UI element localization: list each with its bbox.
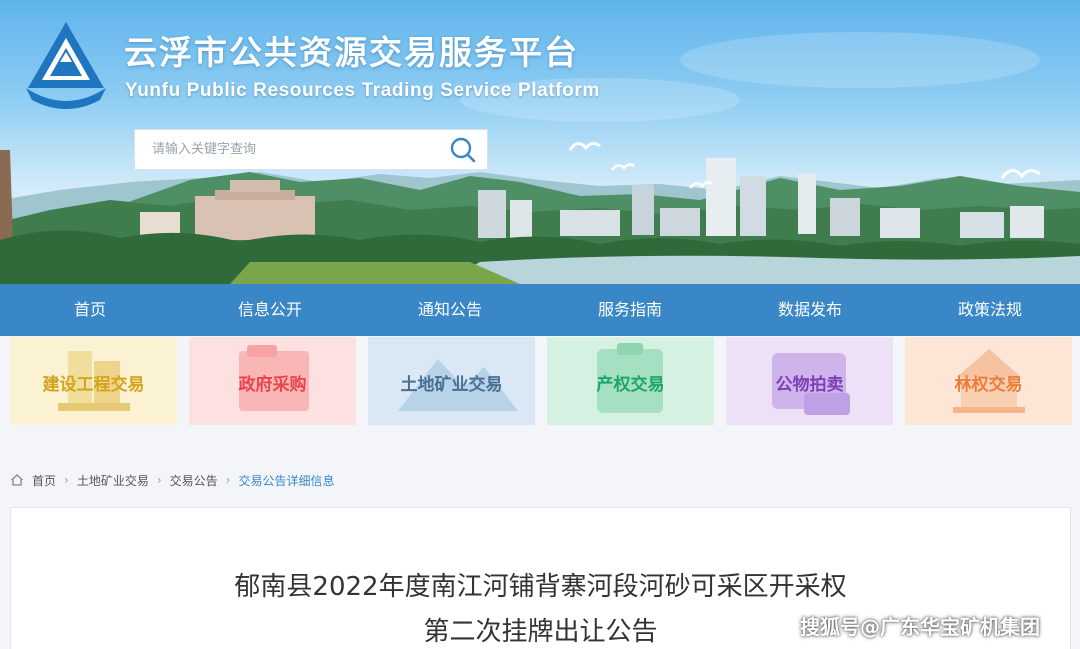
tile-public-auction[interactable]: 公物拍卖: [726, 337, 893, 425]
chevron-right-icon: ›: [156, 473, 162, 487]
nav-item-policies[interactable]: 政策法规: [900, 284, 1080, 336]
breadcrumb: 首页 › 土地矿业交易 › 交易公告 › 交易公告详细信息: [10, 470, 335, 490]
breadcrumb-land-mining[interactable]: 土地矿业交易: [77, 472, 149, 489]
tile-forest-rights[interactable]: 林权交易: [905, 337, 1072, 425]
breadcrumb-current: 交易公告详细信息: [238, 473, 335, 488]
tile-construction[interactable]: 建设工程交易: [10, 337, 177, 425]
platform-logo-icon: [26, 22, 106, 109]
tile-label: 建设工程交易: [42, 375, 145, 395]
search-box: [134, 129, 488, 170]
nav-item-home[interactable]: 首页: [0, 284, 180, 336]
site-subtitle: Yunfu Public Resources Trading Service P…: [125, 80, 600, 101]
main-nav: 首页 信息公开 通知公告 服务指南 数据发布 政策法规: [0, 284, 1080, 336]
header-banner: 云浮市公共资源交易服务平台 Yunfu Public Resources Tra…: [0, 0, 1080, 284]
tile-label: 土地矿业交易: [400, 375, 503, 395]
tile-label: 产权交易: [596, 375, 665, 395]
tile-property-rights[interactable]: 产权交易: [547, 337, 714, 425]
chevron-right-icon: ›: [64, 473, 69, 487]
home-icon: [11, 474, 23, 486]
category-tiles: 建设工程交易 政府采购 土地矿业交易 产权交易 公物拍卖 林权交易: [10, 337, 1072, 425]
tile-label: 公物拍卖: [775, 375, 844, 395]
search-input[interactable]: [135, 130, 435, 169]
nav-item-info-disclosure[interactable]: 信息公开: [180, 284, 360, 336]
breadcrumb-notices[interactable]: 交易公告: [170, 472, 218, 489]
chevron-right-icon: ›: [225, 473, 231, 487]
site-title: 云浮市公共资源交易服务平台: [124, 33, 579, 72]
nav-item-service-guide[interactable]: 服务指南: [540, 284, 720, 336]
announcement-title-line1: 郁南县2022年度南江河铺背寨河段河砂可采区开采权: [234, 572, 847, 602]
tile-government-procurement[interactable]: 政府采购: [189, 337, 356, 425]
watermark: 搜狐号@广东华宝矿机集团: [800, 615, 1040, 639]
nav-item-data-release[interactable]: 数据发布: [720, 284, 900, 336]
tile-label: 林权交易: [954, 375, 1023, 395]
nav-item-notices[interactable]: 通知公告: [360, 284, 540, 336]
tile-label: 政府采购: [238, 375, 307, 395]
breadcrumb-home[interactable]: 首页: [32, 472, 56, 489]
search-icon[interactable]: [449, 136, 477, 164]
tile-land-mining[interactable]: 土地矿业交易: [368, 337, 535, 425]
